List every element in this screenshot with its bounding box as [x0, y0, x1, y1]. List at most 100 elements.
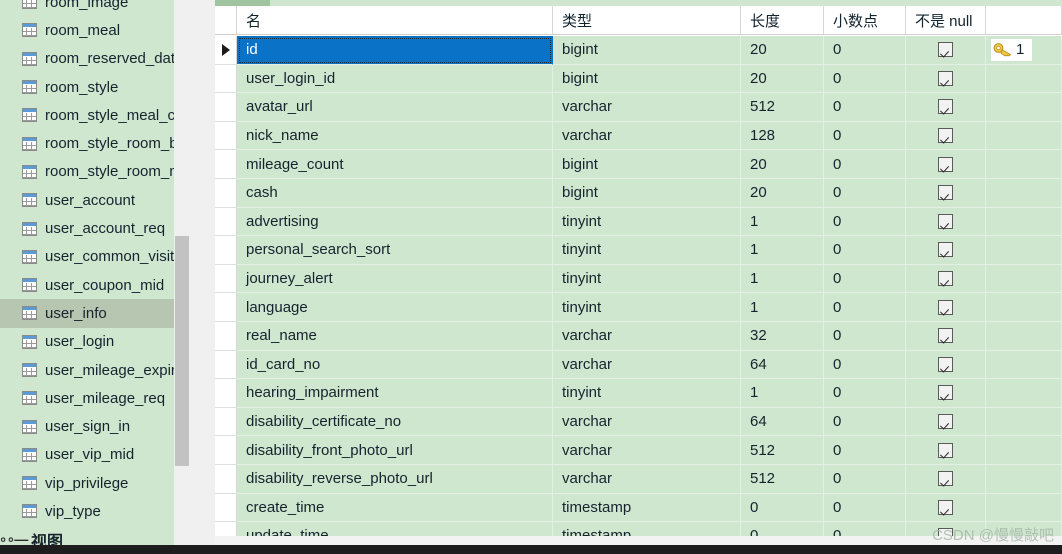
- grid-column-header[interactable]: 名: [237, 6, 553, 34]
- sidebar-table-item[interactable]: room_style_room_m: [0, 158, 190, 186]
- checked-checkbox-icon[interactable]: [938, 271, 953, 287]
- grid-column-header[interactable]: [986, 6, 1062, 34]
- field-key-cell[interactable]: [986, 293, 1062, 322]
- field-key-cell[interactable]: [986, 407, 1062, 437]
- field-length-cell[interactable]: 0: [741, 493, 824, 523]
- field-type-cell[interactable]: timestamp: [553, 493, 741, 523]
- field-name-cell[interactable]: real_name: [237, 321, 553, 351]
- sidebar-table-item[interactable]: vip_type: [0, 497, 190, 525]
- field-key-cell[interactable]: 1: [986, 36, 1062, 65]
- field-not-null-cell[interactable]: [906, 436, 986, 465]
- field-type-cell[interactable]: tinyint: [553, 264, 741, 294]
- checked-checkbox-icon[interactable]: [938, 99, 953, 115]
- table-row[interactable]: avatar_url varchar 512 0: [215, 93, 1062, 122]
- field-name-cell[interactable]: personal_search_sort: [237, 236, 553, 265]
- row-indicator-cell[interactable]: [215, 293, 237, 322]
- field-not-null-cell[interactable]: [906, 93, 986, 122]
- grid-body[interactable]: id bigint 20 0 1 user_login_id bigint 20 0 avatar…: [215, 36, 1062, 551]
- field-not-null-cell[interactable]: [906, 407, 986, 437]
- field-length-cell[interactable]: 1: [741, 236, 824, 265]
- sidebar-table-item[interactable]: user_vip_mid: [0, 441, 190, 469]
- field-type-cell[interactable]: varchar: [553, 121, 741, 151]
- field-name-cell[interactable]: disability_front_photo_url: [237, 436, 553, 465]
- field-type-cell[interactable]: varchar: [553, 436, 741, 465]
- field-type-cell[interactable]: varchar: [553, 321, 741, 351]
- field-key-cell[interactable]: [986, 64, 1062, 94]
- table-row[interactable]: id bigint 20 0 1: [215, 36, 1062, 65]
- field-length-cell[interactable]: 128: [741, 121, 824, 151]
- sidebar-scrollbar-track[interactable]: [174, 0, 190, 554]
- table-row[interactable]: hearing_impairment tinyint 1 0: [215, 379, 1062, 408]
- table-row[interactable]: personal_search_sort tinyint 1 0: [215, 236, 1062, 265]
- sidebar-grid-splitter[interactable]: [206, 0, 215, 554]
- field-decimals-cell[interactable]: 0: [824, 464, 906, 494]
- field-name-cell[interactable]: nick_name: [237, 121, 553, 151]
- field-length-cell[interactable]: 512: [741, 436, 824, 465]
- row-indicator-cell[interactable]: [215, 493, 237, 523]
- checked-checkbox-icon[interactable]: [938, 471, 953, 487]
- field-not-null-cell[interactable]: [906, 264, 986, 294]
- sidebar-table-item[interactable]: room_style: [0, 73, 190, 101]
- field-key-cell[interactable]: [986, 493, 1062, 523]
- field-name-cell[interactable]: user_login_id: [237, 64, 553, 94]
- row-indicator-cell[interactable]: [215, 236, 237, 265]
- field-length-cell[interactable]: 64: [741, 350, 824, 380]
- field-key-cell[interactable]: [986, 207, 1062, 237]
- field-name-cell[interactable]: cash: [237, 178, 553, 208]
- sidebar-table-item[interactable]: user_mileage_req: [0, 384, 190, 412]
- field-length-cell[interactable]: 1: [741, 293, 824, 322]
- field-type-cell[interactable]: bigint: [553, 150, 741, 179]
- table-row[interactable]: journey_alert tinyint 1 0: [215, 264, 1062, 294]
- field-name-cell[interactable]: avatar_url: [237, 93, 553, 122]
- checked-checkbox-icon[interactable]: [938, 213, 953, 229]
- field-not-null-cell[interactable]: [906, 36, 986, 65]
- field-decimals-cell[interactable]: 0: [824, 379, 906, 408]
- sidebar-scrollbar-thumb[interactable]: [175, 236, 189, 466]
- sidebar-table-item[interactable]: room_reserved_date: [0, 45, 190, 73]
- field-decimals-cell[interactable]: 0: [824, 321, 906, 351]
- field-name-cell[interactable]: id_card_no: [237, 350, 553, 380]
- row-indicator-cell[interactable]: [215, 207, 237, 237]
- checked-checkbox-icon[interactable]: [938, 499, 953, 515]
- field-name-cell[interactable]: mileage_count: [237, 150, 553, 179]
- field-decimals-cell[interactable]: 0: [824, 236, 906, 265]
- checked-checkbox-icon[interactable]: [938, 385, 953, 401]
- row-indicator-cell[interactable]: [215, 464, 237, 494]
- field-length-cell[interactable]: 1: [741, 207, 824, 237]
- sidebar-table-item[interactable]: user_common_visito: [0, 243, 190, 271]
- sidebar-table-item[interactable]: user_info: [0, 299, 190, 328]
- sidebar-table-item[interactable]: user_account: [0, 186, 190, 214]
- checked-checkbox-icon[interactable]: [938, 156, 953, 172]
- field-decimals-cell[interactable]: 0: [824, 407, 906, 437]
- row-indicator-cell[interactable]: [215, 350, 237, 380]
- field-key-cell[interactable]: [986, 436, 1062, 465]
- field-length-cell[interactable]: 20: [741, 36, 824, 65]
- field-not-null-cell[interactable]: [906, 64, 986, 94]
- row-indicator-cell[interactable]: [215, 64, 237, 94]
- checked-checkbox-icon[interactable]: [938, 42, 953, 58]
- field-decimals-cell[interactable]: 0: [824, 293, 906, 322]
- field-type-cell[interactable]: varchar: [553, 407, 741, 437]
- table-row[interactable]: user_login_id bigint 20 0: [215, 64, 1062, 94]
- field-decimals-cell[interactable]: 0: [824, 178, 906, 208]
- field-definition-grid[interactable]: 名类型 长度 小数点 不是 null id bigint 20 0 1 user_login_i…: [215, 0, 1062, 554]
- field-type-cell[interactable]: bigint: [553, 178, 741, 208]
- field-length-cell[interactable]: 512: [741, 93, 824, 122]
- field-key-cell[interactable]: [986, 350, 1062, 380]
- field-key-cell[interactable]: [986, 264, 1062, 294]
- field-type-cell[interactable]: tinyint: [553, 293, 741, 322]
- table-row[interactable]: create_time timestamp 0 0: [215, 493, 1062, 523]
- field-type-cell[interactable]: tinyint: [553, 379, 741, 408]
- field-length-cell[interactable]: 1: [741, 379, 824, 408]
- table-row[interactable]: id_card_no varchar 64 0: [215, 350, 1062, 380]
- field-decimals-cell[interactable]: 0: [824, 436, 906, 465]
- checked-checkbox-icon[interactable]: [938, 328, 953, 344]
- sidebar-table-item[interactable]: user_coupon_mid: [0, 271, 190, 299]
- field-length-cell[interactable]: 32: [741, 321, 824, 351]
- field-key-cell[interactable]: [986, 121, 1062, 151]
- field-key-cell[interactable]: [986, 379, 1062, 408]
- field-type-cell[interactable]: varchar: [553, 93, 741, 122]
- field-type-cell[interactable]: tinyint: [553, 236, 741, 265]
- table-row[interactable]: language tinyint 1 0: [215, 293, 1062, 322]
- field-name-cell[interactable]: create_time: [237, 493, 553, 523]
